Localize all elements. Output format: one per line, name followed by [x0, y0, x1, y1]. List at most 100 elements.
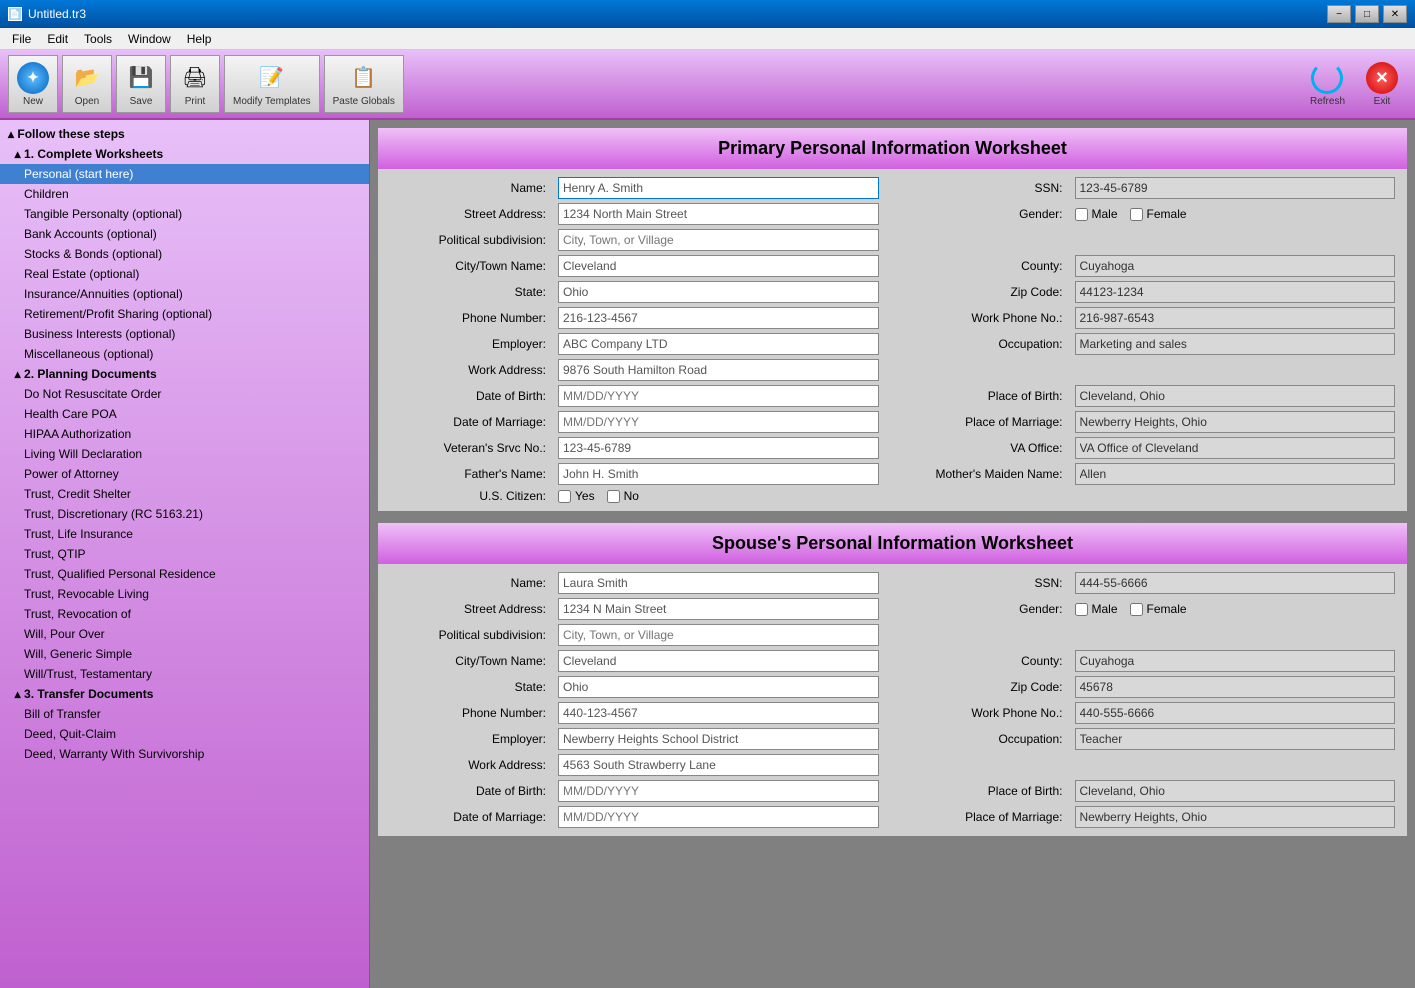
modify-templates-button[interactable]: 📝 Modify Templates: [224, 55, 320, 113]
menu-edit[interactable]: Edit: [39, 30, 76, 48]
sidebar-item-will-pour[interactable]: Will, Pour Over: [0, 624, 369, 644]
sp-occupation-input[interactable]: [1075, 728, 1396, 750]
spouse-worksheet-title: Spouse's Personal Information Worksheet: [388, 533, 1397, 554]
sp-pob-input[interactable]: [1075, 780, 1396, 802]
menu-window[interactable]: Window: [120, 30, 179, 48]
sp-employer-input[interactable]: [558, 728, 879, 750]
sidebar-item-trust-qprt[interactable]: Trust, Qualified Personal Residence: [0, 564, 369, 584]
save-button[interactable]: 💾 Save: [116, 55, 166, 113]
sidebar-item-business[interactable]: Business Interests (optional): [0, 324, 369, 344]
sidebar-item-deed-warranty[interactable]: Deed, Warranty With Survivorship: [0, 744, 369, 764]
city-input[interactable]: [558, 255, 879, 277]
ssn-input[interactable]: [1075, 177, 1396, 199]
sp-workaddr-input[interactable]: [558, 754, 879, 776]
sidebar-item-bank[interactable]: Bank Accounts (optional): [0, 224, 369, 244]
zip-input[interactable]: [1075, 281, 1396, 303]
occupation-input[interactable]: [1075, 333, 1396, 355]
maiden-input[interactable]: [1075, 463, 1396, 485]
vet-input[interactable]: [558, 437, 879, 459]
sidebar-item-trust-rev-living[interactable]: Trust, Revocable Living: [0, 584, 369, 604]
sp-workphone-input[interactable]: [1075, 702, 1396, 724]
sidebar-item-bill-transfer[interactable]: Bill of Transfer: [0, 704, 369, 724]
sp-zip-label: Zip Code:: [887, 680, 1067, 694]
workaddr-input[interactable]: [558, 359, 879, 381]
menu-help[interactable]: Help: [179, 30, 220, 48]
menu-file[interactable]: File: [4, 30, 39, 48]
sidebar-item-trust-qtip[interactable]: Trust, QTIP: [0, 544, 369, 564]
sp-dob-input[interactable]: [558, 780, 879, 802]
sp-gender-male-checkbox[interactable]: [1075, 603, 1088, 616]
citizen-yes-checkbox[interactable]: [558, 490, 571, 503]
sidebar-item-hipaa[interactable]: HIPAA Authorization: [0, 424, 369, 444]
sidebar-item-dnr[interactable]: Do Not Resuscitate Order: [0, 384, 369, 404]
sidebar-item-trust-credit[interactable]: Trust, Credit Shelter: [0, 484, 369, 504]
new-button[interactable]: ✦ New: [8, 55, 58, 113]
sidebar-item-poa[interactable]: Power of Attorney: [0, 464, 369, 484]
sidebar-item-trust-revocation[interactable]: Trust, Revocation of: [0, 604, 369, 624]
sp-phone-input[interactable]: [558, 702, 879, 724]
sidebar-item-retirement[interactable]: Retirement/Profit Sharing (optional): [0, 304, 369, 324]
sidebar-item-deed-quit[interactable]: Deed, Quit-Claim: [0, 724, 369, 744]
phone-input[interactable]: [558, 307, 879, 329]
exit-button[interactable]: ✕ Exit: [1357, 55, 1407, 113]
refresh-button[interactable]: Refresh: [1302, 55, 1353, 113]
sidebar-item-personal[interactable]: Personal (start here): [0, 164, 369, 184]
employer-input[interactable]: [558, 333, 879, 355]
sidebar-item-hcpoa[interactable]: Health Care POA: [0, 404, 369, 424]
name-input[interactable]: [558, 177, 879, 199]
close-button[interactable]: ✕: [1383, 5, 1407, 23]
title-bar-controls[interactable]: − □ ✕: [1327, 5, 1407, 23]
sp-street-input[interactable]: [558, 598, 879, 620]
gender-male-label[interactable]: Male: [1075, 207, 1118, 221]
sp-state-input[interactable]: [558, 676, 879, 698]
dom-input[interactable]: [558, 411, 879, 433]
sidebar-item-will-trust-test[interactable]: Will/Trust, Testamentary: [0, 664, 369, 684]
dob-input[interactable]: [558, 385, 879, 407]
polsub-input[interactable]: [558, 229, 879, 251]
open-button[interactable]: 📂 Open: [62, 55, 112, 113]
sp-zip-input[interactable]: [1075, 676, 1396, 698]
sidebar-item-stocks[interactable]: Stocks & Bonds (optional): [0, 244, 369, 264]
sp-name-input[interactable]: [558, 572, 879, 594]
county-input[interactable]: [1075, 255, 1396, 277]
sp-gender-female-checkbox[interactable]: [1130, 603, 1143, 616]
street-input[interactable]: [558, 203, 879, 225]
sp-dom-input[interactable]: [558, 806, 879, 828]
gender-male-checkbox[interactable]: [1075, 208, 1088, 221]
sidebar-item-children[interactable]: Children: [0, 184, 369, 204]
sidebar-item-living-will[interactable]: Living Will Declaration: [0, 444, 369, 464]
sidebar-item-will-generic[interactable]: Will, Generic Simple: [0, 644, 369, 664]
citizen-yes-label[interactable]: Yes: [558, 489, 595, 503]
sidebar-item-insurance[interactable]: Insurance/Annuities (optional): [0, 284, 369, 304]
citizen-no-label[interactable]: No: [607, 489, 639, 503]
sidebar-item-tangible[interactable]: Tangible Personalty (optional): [0, 204, 369, 224]
minimize-button[interactable]: −: [1327, 5, 1351, 23]
paste-globals-button[interactable]: 📋 Paste Globals: [324, 55, 404, 113]
sidebar-item-trust-life[interactable]: Trust, Life Insurance: [0, 524, 369, 544]
sp-polsub-input[interactable]: [558, 624, 879, 646]
sp-pom-input[interactable]: [1075, 806, 1396, 828]
menu-tools[interactable]: Tools: [76, 30, 120, 48]
maximize-button[interactable]: □: [1355, 5, 1379, 23]
phone-label: Phone Number:: [390, 311, 550, 325]
workphone-input[interactable]: [1075, 307, 1396, 329]
gender-female-checkbox[interactable]: [1130, 208, 1143, 221]
pob-input[interactable]: [1075, 385, 1396, 407]
sp-gender-male-label[interactable]: Male: [1075, 602, 1118, 616]
sidebar-item-realestate[interactable]: Real Estate (optional): [0, 264, 369, 284]
sp-gender-female-label[interactable]: Female: [1130, 602, 1187, 616]
sidebar-item-misc[interactable]: Miscellaneous (optional): [0, 344, 369, 364]
father-input[interactable]: [558, 463, 879, 485]
sp-city-input[interactable]: [558, 650, 879, 672]
pom-input[interactable]: [1075, 411, 1396, 433]
vaoffice-input[interactable]: [1075, 437, 1396, 459]
gender-female-label[interactable]: Female: [1130, 207, 1187, 221]
sp-ssn-input[interactable]: [1075, 572, 1396, 594]
sp-county-input[interactable]: [1075, 650, 1396, 672]
state-input[interactable]: [558, 281, 879, 303]
sidebar-item-trust-disc[interactable]: Trust, Discretionary (RC 5163.21): [0, 504, 369, 524]
sp-phone-label: Phone Number:: [390, 706, 550, 720]
print-button[interactable]: 🖨 Print: [170, 55, 220, 113]
sp-workphone-label: Work Phone No.:: [887, 706, 1067, 720]
citizen-no-checkbox[interactable]: [607, 490, 620, 503]
